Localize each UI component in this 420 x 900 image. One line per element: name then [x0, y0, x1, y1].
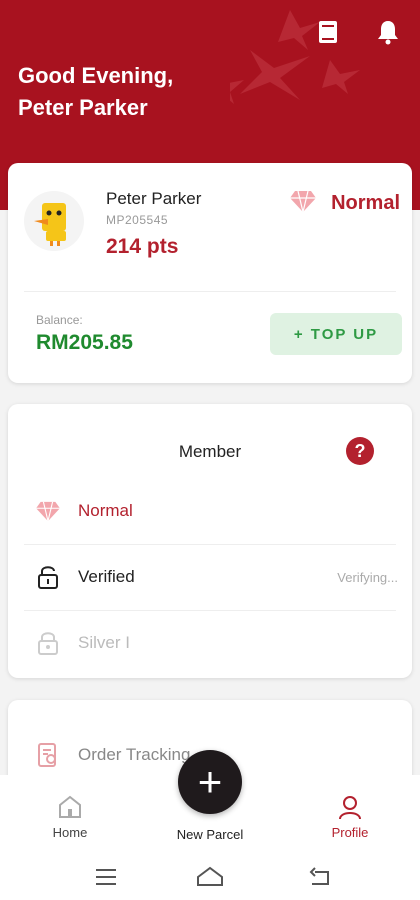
- nav-home-label: Home: [52, 825, 88, 840]
- bird-pattern-decoration: [230, 10, 360, 104]
- profile-card: Peter Parker MP205545 214 pts Normal Bal…: [8, 163, 412, 383]
- book-icon[interactable]: [314, 18, 342, 46]
- member-row-label: Silver I: [78, 633, 130, 652]
- bell-icon[interactable]: [374, 18, 402, 46]
- top-up-button[interactable]: + TOP UP: [270, 313, 402, 355]
- nav-new-parcel[interactable]: New Parcel: [160, 827, 260, 842]
- member-row-label: Normal: [78, 501, 133, 520]
- nav-profile-label: Profile: [331, 825, 369, 840]
- diamond-icon: [289, 189, 317, 218]
- diamond-icon: [34, 497, 62, 525]
- back-icon[interactable]: [308, 867, 332, 892]
- points-value: 214 pts: [106, 235, 179, 258]
- unlocked-icon: [34, 563, 62, 591]
- balance-value: RM205.85: [36, 331, 133, 354]
- nav-profile[interactable]: Profile: [300, 793, 400, 840]
- locked-icon: [34, 629, 62, 657]
- greeting-text: Good Evening,: [18, 63, 174, 88]
- member-card: Member ? Normal Verified Verifying... Si…: [8, 404, 412, 678]
- help-icon[interactable]: ?: [346, 437, 374, 465]
- member-row-verified[interactable]: Verified Verifying...: [22, 544, 398, 610]
- member-row-silver[interactable]: Silver I: [22, 610, 398, 676]
- divider: [24, 291, 396, 292]
- new-parcel-button[interactable]: +: [178, 750, 242, 814]
- profile-name: Peter Parker: [106, 189, 202, 208]
- member-id: MP205545: [106, 213, 169, 227]
- menu-icon[interactable]: [94, 867, 118, 892]
- greeting-user-name: Peter Parker: [18, 95, 148, 120]
- tier-label: Normal: [331, 192, 400, 214]
- user-icon: [300, 793, 400, 821]
- greeting: Good Evening, Peter Parker: [18, 60, 173, 124]
- system-nav-bar: [0, 855, 420, 900]
- verification-status: Verifying...: [337, 569, 398, 585]
- nav-home[interactable]: Home: [20, 793, 120, 840]
- home-outline-icon[interactable]: [196, 865, 224, 892]
- nav-new-parcel-label: New Parcel: [176, 827, 244, 842]
- order-tracking-icon: [34, 741, 62, 769]
- member-row-label: Verified: [78, 567, 135, 586]
- order-tracking-label: Order Tracking: [78, 745, 191, 764]
- avatar[interactable]: [24, 191, 84, 251]
- balance-label: Balance:: [36, 313, 83, 327]
- member-row-normal[interactable]: Normal: [22, 478, 398, 544]
- home-icon: [20, 793, 120, 821]
- tier-badge[interactable]: Normal: [289, 189, 400, 218]
